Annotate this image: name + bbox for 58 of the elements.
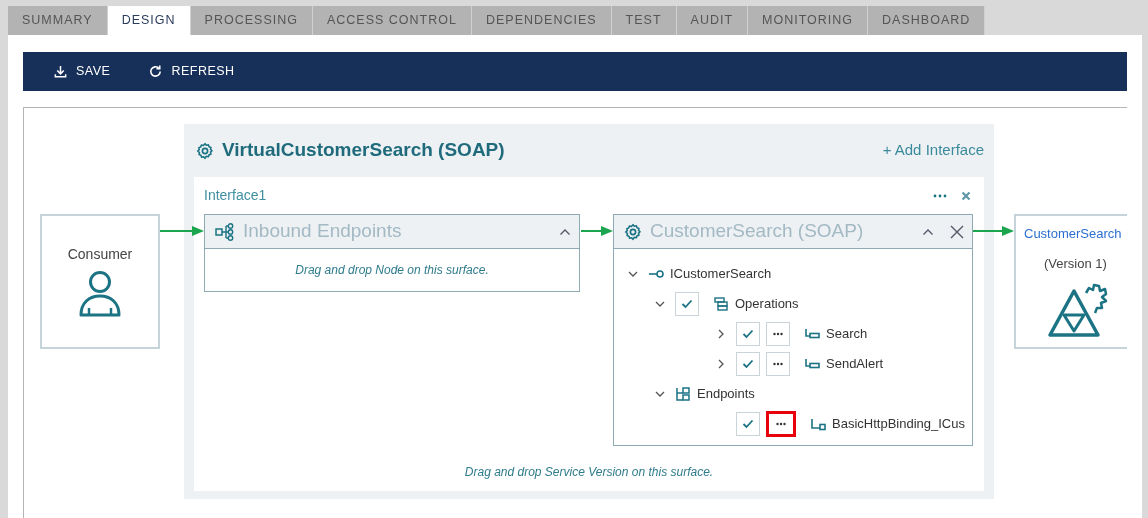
node-link[interactable]: CustomerSearch <box>1024 224 1127 244</box>
connector-arrow <box>160 226 204 236</box>
gear-icon <box>196 141 214 160</box>
more-icon <box>933 192 947 199</box>
check-icon <box>742 419 754 429</box>
nodes-icon <box>215 222 235 241</box>
download-icon <box>53 64 68 79</box>
connector-arrow <box>581 226 613 236</box>
service-version-node[interactable]: CustomerSearch (Version 1) <box>1014 214 1127 349</box>
interface-name: Interface1 <box>204 186 267 205</box>
tab[interactable]: SUMMARY <box>8 6 108 35</box>
tab[interactable]: ACCESS CONTROL <box>312 6 472 35</box>
checkbox[interactable] <box>675 292 699 316</box>
close-icon[interactable] <box>950 224 964 239</box>
person-icon <box>78 269 122 319</box>
collapse-icon[interactable] <box>922 227 934 236</box>
node-label: Consumer <box>66 245 134 264</box>
tab[interactable]: AUDIT <box>676 6 749 35</box>
endpoints-icon <box>675 386 691 402</box>
gear-icon <box>624 222 642 241</box>
checkbox[interactable] <box>736 352 760 376</box>
tab[interactable]: PROCESSING <box>190 6 313 35</box>
check-icon <box>742 359 754 369</box>
connector-arrow <box>973 226 1014 236</box>
more-icon <box>773 332 783 336</box>
collapse-icon[interactable] <box>559 227 571 236</box>
drop-hint: Drag and drop Node on this surface. <box>295 262 489 279</box>
panel-title: Inbound Endpoints <box>243 219 403 244</box>
consumer-node[interactable]: Consumer <box>40 214 160 349</box>
service-title: VirtualCustomerSearch (SOAP) <box>222 138 505 163</box>
tree-item-label[interactable]: Operations <box>735 294 799 314</box>
panel-title: CustomerSearch (SOAP) <box>650 219 865 244</box>
close-icon <box>961 190 971 201</box>
check-icon <box>742 329 754 339</box>
tab[interactable]: DEPENDENCIES <box>471 6 612 35</box>
tab[interactable]: MONITORING <box>748 6 869 35</box>
refresh-button[interactable]: REFRESH <box>140 62 243 81</box>
tree-item-label[interactable]: SendAlert <box>826 354 884 374</box>
more-icon <box>776 422 786 426</box>
checkbox[interactable] <box>736 322 760 346</box>
tree-item-label[interactable]: ICustomerSearch <box>670 264 772 284</box>
tab[interactable]: DESIGN <box>107 6 191 35</box>
more-icon <box>773 362 783 366</box>
checkbox[interactable] <box>736 412 760 436</box>
add-interface-link[interactable]: + Add Interface <box>882 139 984 162</box>
tree-item-label[interactable]: Search <box>826 324 868 344</box>
operations-icon <box>713 296 729 312</box>
endpoint-icon <box>810 416 826 432</box>
drop-hint: Drag and drop Service Version on this surface. <box>464 464 714 479</box>
tab[interactable]: DASHBOARD <box>868 6 986 35</box>
tree-item-label[interactable]: Endpoints <box>697 384 755 404</box>
refresh-icon <box>148 64 164 79</box>
node-label: (Version 1) <box>1044 254 1108 273</box>
tree-item-label[interactable]: BasicHttpBinding_ICus <box>832 414 965 434</box>
tab[interactable]: TEST <box>611 6 677 35</box>
more-button[interactable] <box>766 411 796 437</box>
check-icon <box>681 299 693 309</box>
save-button[interactable]: SAVE <box>45 62 119 81</box>
